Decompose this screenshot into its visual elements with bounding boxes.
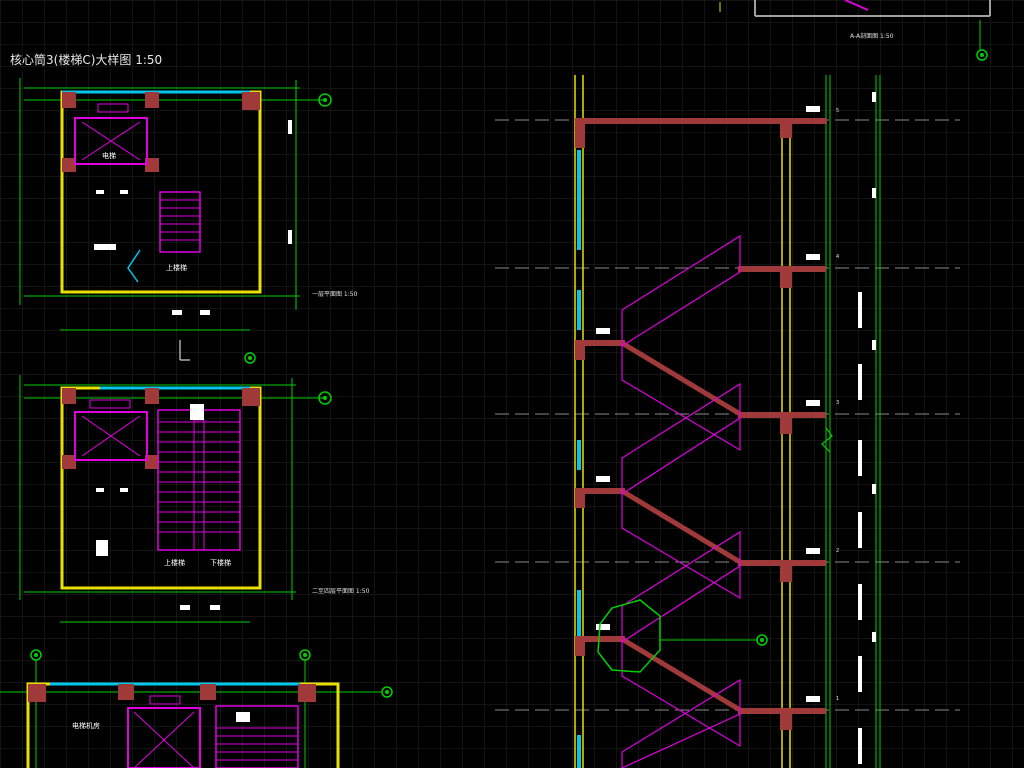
plan2-caption: 二至四层平面图 1:50 [312, 588, 370, 595]
top-caption: A-A剖面图 1:50 [850, 32, 894, 40]
room-label-machine-room: 电梯机房 [72, 721, 100, 730]
cad-drawing-canvas: A-A剖面图 1:50 核心筒3(楼梯C)大样图 1:50 电梯 上楼梯 一层平… [0, 0, 1024, 768]
room-label-up-stair-2: 上楼梯 [164, 558, 185, 567]
plan1-caption: 一层平面图 1:50 [312, 291, 358, 298]
level-mark-3: 3 [836, 400, 839, 406]
grid-background [0, 0, 1024, 768]
room-label-up-stair-1: 上楼梯 [166, 263, 187, 272]
room-label-elevator: 电梯 [102, 151, 116, 160]
drawing-title: 核心筒3(楼梯C)大样图 1:50 [10, 52, 162, 67]
level-mark-5: 5 [836, 108, 839, 114]
level-mark-2: 2 [836, 548, 839, 554]
room-label-down-stair-2: 下楼梯 [210, 558, 231, 567]
level-mark-4: 4 [836, 254, 839, 260]
level-mark-1: 1 [836, 696, 839, 702]
